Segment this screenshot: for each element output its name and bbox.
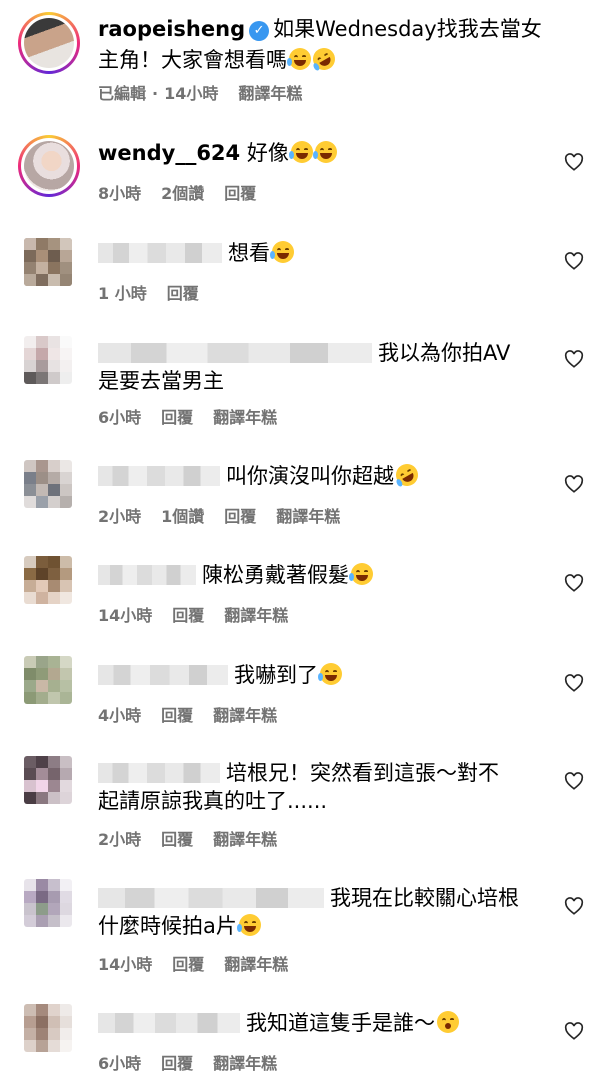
comment-text: 我知道這隻手是誰～ bbox=[246, 1011, 435, 1035]
heart-icon[interactable] bbox=[564, 252, 584, 270]
avatar-ring[interactable] bbox=[18, 12, 80, 74]
laughing-emoji-icon bbox=[236, 914, 261, 936]
comment-item: 我知道這隻手是誰～ 6小時 回覆 翻譯年糕 bbox=[0, 1000, 600, 1092]
translate-button[interactable]: 翻譯年糕 bbox=[213, 830, 277, 849]
comment-time: 1 小時 bbox=[98, 284, 147, 303]
comment-likes[interactable]: 2個讚 bbox=[161, 184, 204, 203]
reply-button[interactable]: 回覆 bbox=[161, 830, 193, 849]
caption-username[interactable]: raopeisheng bbox=[98, 17, 245, 41]
avatar[interactable] bbox=[24, 460, 72, 508]
comment-likes[interactable]: 1個讚 bbox=[161, 507, 204, 526]
comment-item: 培根兄！突然看到這張～對不 起請原諒我真的吐了...... 2小時 回覆 翻譯年糕 bbox=[0, 752, 600, 852]
translate-button[interactable]: 翻譯年糕 bbox=[276, 507, 340, 526]
redacted-username[interactable] bbox=[98, 343, 372, 363]
comment-text-line1: 我以為你拍AV bbox=[378, 341, 511, 365]
translate-button[interactable]: 翻譯年糕 bbox=[224, 606, 288, 625]
comment-time: 4小時 bbox=[98, 706, 142, 725]
laughing-emoji-icon bbox=[270, 241, 294, 263]
comment-text: 陳松勇戴著假髮 bbox=[202, 563, 349, 587]
heart-icon[interactable] bbox=[564, 1022, 584, 1040]
translate-button[interactable]: 翻譯年糕 bbox=[224, 955, 288, 974]
comment-text: 好像 bbox=[246, 141, 289, 165]
comment-text: 想看 bbox=[228, 241, 270, 265]
heart-icon[interactable] bbox=[564, 475, 584, 493]
heart-icon[interactable] bbox=[564, 574, 584, 592]
laughing-emoji-icon bbox=[349, 563, 373, 585]
translate-button[interactable]: 翻譯年糕 bbox=[213, 408, 277, 427]
rofl-emoji-icon bbox=[391, 459, 423, 491]
caption-translate[interactable]: 翻譯年糕 bbox=[238, 84, 302, 103]
comment-time: 2小時 bbox=[98, 507, 142, 526]
avatar[interactable] bbox=[24, 556, 72, 604]
comment-time: 14小時 bbox=[98, 955, 153, 974]
comment-item: 我現在比較關心培根 什麼時候拍a片 14小時 回覆 翻譯年糕 bbox=[0, 875, 600, 975]
comment-item: 想看 1 小時 回覆 bbox=[0, 230, 600, 310]
verified-badge-icon: ✓ bbox=[249, 21, 270, 41]
caption-dot: · bbox=[152, 84, 159, 103]
redacted-username[interactable] bbox=[98, 1013, 240, 1033]
comment-item: 我嚇到了 4小時 回覆 翻譯年糕 bbox=[0, 652, 600, 732]
avatar[interactable] bbox=[24, 656, 72, 704]
avatar-ring[interactable] bbox=[18, 135, 80, 197]
redacted-username[interactable] bbox=[98, 888, 324, 908]
comment-text-line1: 培根兄！突然看到這張～對不 bbox=[226, 761, 499, 785]
reply-button[interactable]: 回覆 bbox=[172, 606, 204, 625]
comment-item: 陳松勇戴著假髮 14小時 回覆 翻譯年糕 bbox=[0, 552, 600, 632]
caption-text-line1: 如果Wednesday找我去當女 bbox=[273, 17, 542, 41]
comment-time: 2小時 bbox=[98, 830, 142, 849]
avatar[interactable] bbox=[24, 336, 72, 384]
caption-edited: 已編輯 bbox=[98, 84, 147, 103]
reply-button[interactable]: 回覆 bbox=[161, 408, 193, 427]
comment-time: 8小時 bbox=[98, 184, 142, 203]
comment-text-line2: 什麼時候拍a片 bbox=[98, 914, 237, 938]
redacted-username[interactable] bbox=[98, 243, 222, 263]
avatar bbox=[24, 18, 74, 68]
avatar bbox=[24, 141, 74, 191]
avatar[interactable] bbox=[24, 1004, 72, 1052]
reply-button[interactable]: 回覆 bbox=[161, 706, 193, 725]
avatar[interactable] bbox=[24, 238, 72, 286]
caption-block: raopeisheng ✓ 如果Wednesday找我去當女 主角！大家會想看嗎 已… bbox=[0, 0, 600, 110]
heart-icon[interactable] bbox=[564, 153, 584, 171]
comment-item: 叫你演沒叫你超越 2小時 1個讚 回覆 翻譯年糕 bbox=[0, 455, 600, 535]
redacted-username[interactable] bbox=[98, 665, 228, 685]
reply-button[interactable]: 回覆 bbox=[172, 955, 204, 974]
rofl-emoji-icon bbox=[308, 43, 340, 75]
comment-text-line2: 起請原諒我真的吐了...... bbox=[98, 789, 328, 813]
laughing-emoji-icon bbox=[288, 141, 313, 163]
shushing-emoji-icon bbox=[437, 1011, 459, 1033]
laughing-emoji-icon bbox=[287, 48, 311, 70]
laughing-emoji-icon bbox=[312, 141, 337, 163]
comment-item: wendy__624 好像 8小時 2個讚 回覆 bbox=[0, 125, 600, 215]
heart-icon[interactable] bbox=[564, 772, 584, 790]
caption-time: 14小時 bbox=[164, 84, 219, 103]
comment-text: 我嚇到了 bbox=[234, 663, 318, 687]
comment-text: 叫你演沒叫你超越 bbox=[226, 464, 394, 488]
heart-icon[interactable] bbox=[564, 350, 584, 368]
heart-icon[interactable] bbox=[564, 674, 584, 692]
laughing-emoji-icon bbox=[318, 663, 342, 685]
reply-button[interactable]: 回覆 bbox=[224, 507, 256, 526]
redacted-username[interactable] bbox=[98, 466, 220, 486]
comment-item: 我以為你拍AV 是要去當男主 6小時 回覆 翻譯年糕 bbox=[0, 330, 600, 430]
avatar[interactable] bbox=[24, 756, 72, 804]
comment-text-line2: 是要去當男主 bbox=[98, 369, 224, 393]
avatar[interactable] bbox=[24, 879, 72, 927]
comment-time: 6小時 bbox=[98, 408, 142, 427]
translate-button[interactable]: 翻譯年糕 bbox=[213, 1054, 277, 1073]
comment-time: 14小時 bbox=[98, 606, 153, 625]
redacted-username[interactable] bbox=[98, 565, 196, 585]
translate-button[interactable]: 翻譯年糕 bbox=[213, 706, 277, 725]
redacted-username[interactable] bbox=[98, 763, 220, 783]
caption-text-line2: 主角！大家會想看嗎 bbox=[98, 48, 287, 72]
reply-button[interactable]: 回覆 bbox=[224, 184, 256, 203]
comment-time: 6小時 bbox=[98, 1054, 142, 1073]
comment-text-line1: 我現在比較關心培根 bbox=[330, 886, 519, 910]
heart-icon[interactable] bbox=[564, 897, 584, 915]
reply-button[interactable]: 回覆 bbox=[167, 284, 199, 303]
comment-username[interactable]: wendy__624 bbox=[98, 141, 240, 165]
reply-button[interactable]: 回覆 bbox=[161, 1054, 193, 1073]
